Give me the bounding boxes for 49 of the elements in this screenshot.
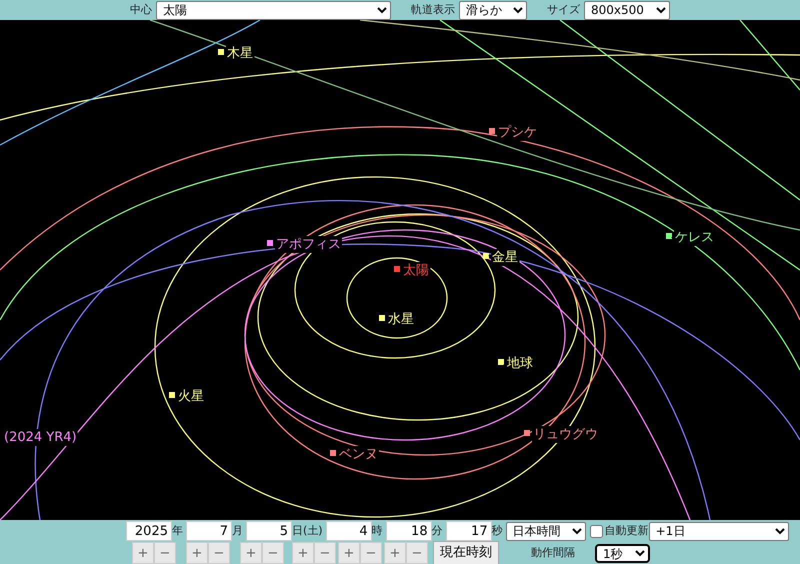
- step-select[interactable]: +1日: [648, 522, 789, 540]
- body-label: (2024 YR4): [4, 430, 77, 445]
- plus-button[interactable]: +: [338, 542, 360, 564]
- date-input[interactable]: 4: [326, 521, 372, 541]
- plus-button[interactable]: +: [384, 542, 406, 564]
- auto-update-checkbox[interactable]: [590, 524, 603, 538]
- minus-button[interactable]: −: [208, 542, 230, 564]
- auto-update-label: 自動更新: [604, 522, 649, 539]
- unit-label: 分: [432, 522, 443, 539]
- body-label: 地球: [507, 356, 533, 371]
- minus-button[interactable]: −: [360, 542, 382, 564]
- orbit-display-select[interactable]: 滑らか: [459, 0, 527, 20]
- now-button[interactable]: 現在時刻: [433, 541, 499, 564]
- date-input[interactable]: 18: [386, 521, 432, 541]
- minus-button[interactable]: −: [262, 542, 284, 564]
- timezone-select[interactable]: 日本時間: [506, 522, 586, 540]
- body-label: ベンヌ: [339, 447, 378, 462]
- plus-button[interactable]: +: [292, 542, 314, 564]
- plus-button[interactable]: +: [186, 542, 208, 564]
- unit-label: 秒: [492, 522, 503, 539]
- size-select[interactable]: 800x500: [584, 0, 670, 20]
- body-label: 火星: [178, 389, 204, 404]
- orbit-display-label: 軌道表示: [411, 2, 455, 18]
- date-input[interactable]: 5: [246, 521, 292, 541]
- unit-label: 月: [232, 522, 243, 539]
- body-label: 金星: [492, 250, 518, 265]
- minus-button[interactable]: −: [154, 542, 176, 564]
- size-label: サイズ: [547, 2, 580, 18]
- date-input[interactable]: 17: [446, 521, 492, 541]
- body-label: ケレス: [675, 230, 714, 245]
- body-label: リュウグウ: [533, 427, 598, 442]
- body-label: アポフィス: [276, 237, 341, 252]
- minus-button[interactable]: −: [406, 542, 428, 564]
- body-label: 太陽: [403, 263, 429, 278]
- body-label: 木星: [227, 46, 253, 61]
- unit-label: 時: [372, 522, 383, 539]
- minus-button[interactable]: −: [314, 542, 336, 564]
- body-label: プシケ: [498, 125, 537, 140]
- unit-label: 年: [172, 522, 183, 539]
- center-select[interactable]: 太陽: [156, 0, 391, 20]
- interval-label: 動作間隔: [531, 544, 575, 561]
- date-input[interactable]: 7: [186, 521, 232, 541]
- plus-button[interactable]: +: [240, 542, 262, 564]
- plus-button[interactable]: +: [132, 542, 154, 564]
- interval-select[interactable]: 1秒: [595, 544, 650, 562]
- body-label: 水星: [388, 312, 414, 327]
- date-input[interactable]: 2025: [126, 521, 172, 541]
- unit-label: 日(土): [292, 522, 323, 539]
- center-label: 中心: [130, 2, 152, 18]
